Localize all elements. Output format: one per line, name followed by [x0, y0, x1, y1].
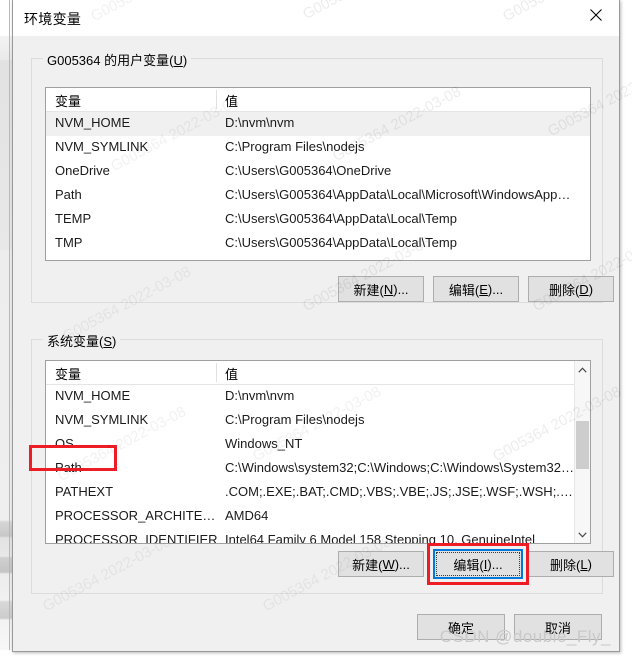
- background-window-edge: [9, 0, 10, 666]
- table-row[interactable]: NVM_HOME D:\nvm\nvm: [46, 112, 590, 136]
- system-variables-label: 系统变量(S): [43, 331, 121, 350]
- scrollbar-thumb[interactable]: [576, 421, 589, 469]
- table-row[interactable]: OneDrive C:\Users\G005364\OneDrive: [46, 160, 590, 184]
- system-variable-value-cell: .COM;.EXE;.BAT;.CMD;.VBS;.VBE;.JS;.JSE;.…: [225, 484, 575, 499]
- system-variables-list[interactable]: 变量 值 NVM_HOME D:\nvm\nvm NVM_SYMLINK C:\Pro…: [45, 360, 591, 544]
- table-row[interactable]: NVM_SYMLINK C:\Program Files\nodejs: [46, 136, 590, 160]
- close-icon[interactable]: [573, 0, 619, 30]
- system-variable-value-cell: C:\Windows\system32;C:\Windows;C:\Window…: [225, 460, 575, 475]
- edit-system-variable-button[interactable]: 编辑(I)...: [433, 549, 523, 579]
- user-variable-name-cell: Path: [55, 187, 82, 202]
- system-variable-name-cell: OS: [55, 436, 74, 451]
- user-variable-name-cell: NVM_HOME: [55, 115, 131, 130]
- column-header-variable[interactable]: 变量: [55, 364, 81, 383]
- table-row[interactable]: PROCESSOR_IDENTIFIER Intel64 Family 6 Mod…: [46, 529, 590, 544]
- table-row[interactable]: TEMP C:\Users\G005364\AppData\Local\Temp: [46, 208, 590, 232]
- new-user-variable-button[interactable]: 新建(N)...: [338, 276, 424, 302]
- delete-system-variable-button[interactable]: 删除(L): [528, 551, 614, 577]
- system-variable-name-cell: NVM_SYMLINK: [55, 412, 149, 427]
- system-variable-name-cell: PATHEXT: [55, 484, 114, 499]
- system-variable-value-cell: Windows_NT: [225, 436, 303, 451]
- user-variable-name-cell: OneDrive: [55, 163, 110, 178]
- ok-button[interactable]: 确定: [417, 614, 505, 640]
- column-header-value[interactable]: 值: [225, 364, 238, 383]
- background-bottom: [0, 650, 632, 666]
- window-title: 环境变量: [24, 11, 82, 27]
- cancel-button[interactable]: 取消: [514, 614, 602, 640]
- edit-user-variable-button[interactable]: 编辑(E)...: [433, 276, 519, 302]
- table-row[interactable]: NVM_SYMLINK C:\Program Files\nodejs: [46, 409, 590, 433]
- user-variables-list[interactable]: 变量 值 NVM_HOME D:\nvm\nvm NVM_SYMLINK C:\Pro…: [45, 87, 591, 261]
- system-list-scrollbar[interactable]: [574, 361, 590, 543]
- column-header-variable[interactable]: 变量: [55, 91, 81, 110]
- user-list-body: NVM_HOME D:\nvm\nvm NVM_SYMLINK C:\Program …: [46, 112, 590, 256]
- table-row[interactable]: PROCESSOR_ARCHITECT... AMD64: [46, 505, 590, 529]
- user-variable-value-cell: C:\Users\G005364\AppData\Local\Microsoft…: [225, 187, 575, 202]
- table-row[interactable]: NVM_HOME D:\nvm\nvm: [46, 385, 590, 409]
- table-row[interactable]: Path C:\Windows\system32;C:\Windows;C:\Wi…: [46, 457, 590, 481]
- table-row[interactable]: OS Windows_NT: [46, 433, 590, 457]
- system-variable-value-cell: D:\nvm\nvm: [225, 388, 295, 403]
- column-header-value[interactable]: 值: [225, 91, 238, 110]
- system-list-body: NVM_HOME D:\nvm\nvm NVM_SYMLINK C:\Program …: [46, 385, 590, 544]
- system-variable-name-cell: Path: [55, 460, 82, 475]
- user-variable-name-cell: NVM_SYMLINK: [55, 139, 149, 154]
- system-variable-name-cell: PROCESSOR_ARCHITECT...: [55, 508, 220, 523]
- user-variable-value-cell: D:\nvm\nvm: [225, 115, 295, 130]
- system-variable-name-cell: PROCESSOR_IDENTIFIER: [55, 532, 218, 544]
- system-variable-value-cell: C:\Program Files\nodejs: [225, 412, 365, 427]
- user-variables-group: G005364 的用户变量(U) 变量 值 NVM_HOME D:\nvm\nvm…: [31, 50, 603, 303]
- title-bar: 环境变量: [13, 0, 619, 36]
- chevron-up-icon[interactable]: [575, 361, 590, 378]
- background-window-strip: [0, 0, 12, 666]
- table-row[interactable]: PATHEXT .COM;.EXE;.BAT;.CMD;.VBS;.VBE;.JS…: [46, 481, 590, 505]
- user-variable-value-cell: C:\Program Files\nodejs: [225, 139, 365, 154]
- user-variable-value-cell: C:\Users\G005364\OneDrive: [225, 163, 392, 178]
- system-variable-value-cell: Intel64 Family 6 Model 158 Stepping 10, …: [225, 532, 536, 544]
- user-list-header: 变量 值: [46, 88, 590, 112]
- table-row[interactable]: Path C:\Users\G005364\AppData\Local\Micro…: [46, 184, 590, 208]
- user-variable-name-cell: TMP: [55, 235, 83, 250]
- user-variables-label: G005364 的用户变量(U): [43, 50, 192, 69]
- column-divider: [216, 363, 217, 382]
- delete-user-variable-button[interactable]: 删除(D): [528, 276, 614, 302]
- user-variable-name-cell: TEMP: [55, 211, 92, 226]
- system-list-header: 变量 值: [46, 361, 590, 385]
- chevron-down-icon[interactable]: [575, 526, 590, 543]
- system-variable-name-cell: NVM_HOME: [55, 388, 131, 403]
- screen: 环境变量 G005364 的用户变量(U) 变量 值 NVM_HOME D:\nv…: [0, 0, 632, 666]
- user-variable-value-cell: C:\Users\G005364\AppData\Local\Temp: [225, 235, 457, 250]
- system-variable-value-cell: AMD64: [225, 508, 269, 523]
- user-variable-value-cell: C:\Users\G005364\AppData\Local\Temp: [225, 211, 457, 226]
- column-divider: [216, 90, 217, 109]
- new-system-variable-button[interactable]: 新建(W)...: [338, 551, 424, 577]
- environment-variables-dialog: 环境变量 G005364 的用户变量(U) 变量 值 NVM_HOME D:\nv…: [12, 0, 620, 652]
- table-row[interactable]: TMP C:\Users\G005364\AppData\Local\Temp: [46, 232, 590, 256]
